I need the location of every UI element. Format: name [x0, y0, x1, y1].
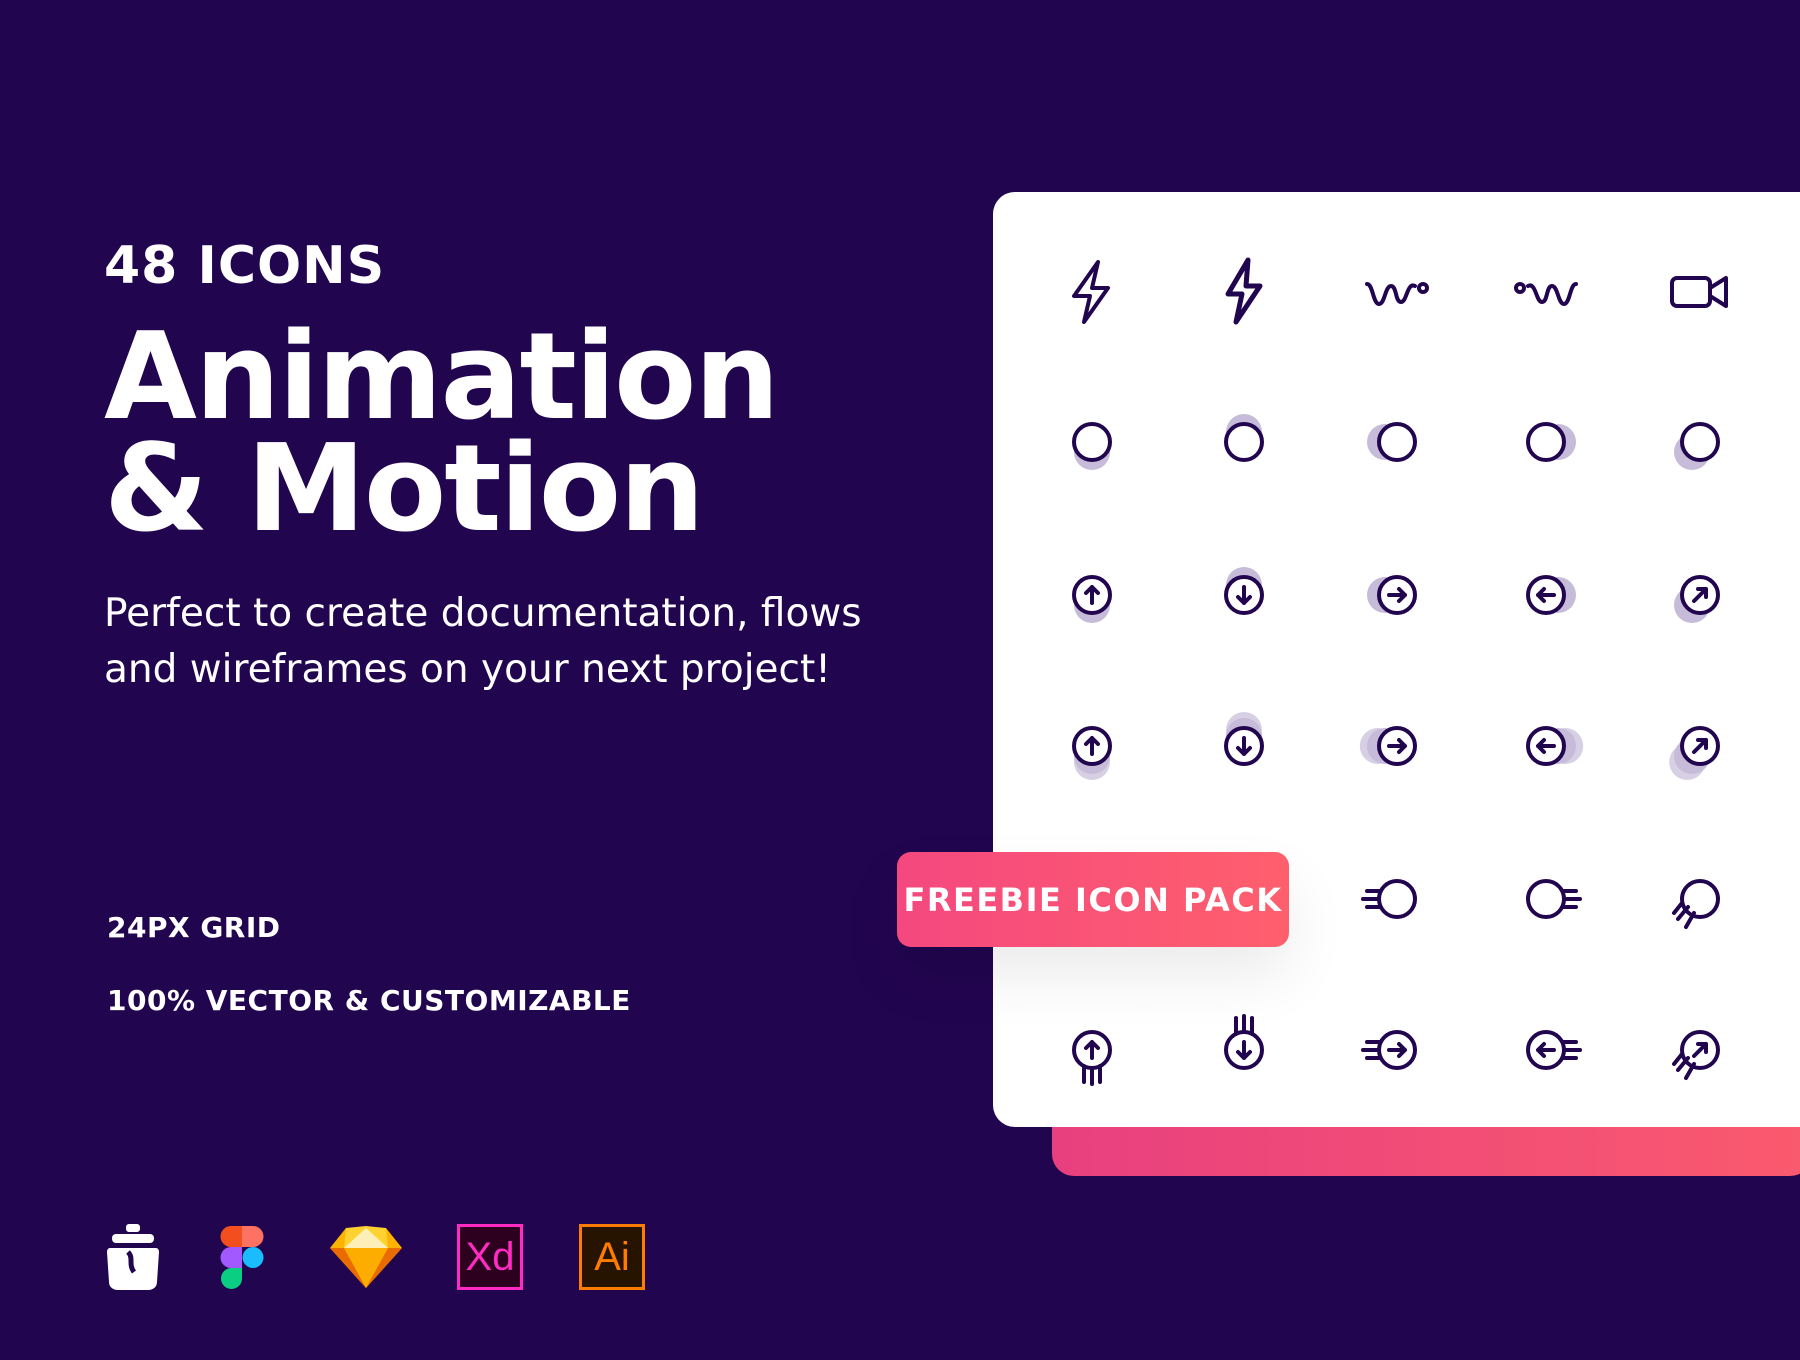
- feature-vector: 100% VECTOR & CUSTOMIZABLE: [107, 984, 631, 1017]
- circle-shadow-up-icon: [1224, 414, 1264, 462]
- arrow-down-circle-double-shadow-icon: [1224, 712, 1264, 766]
- description: Perfect to create documentation, flows a…: [104, 591, 862, 692]
- squiggle-right-icon: [1365, 282, 1430, 307]
- adobe-illustrator-logo: Ai: [579, 1224, 645, 1290]
- circle-shadow-right-icon: [1526, 422, 1576, 462]
- arrow-left-circle-speed-icon: [1526, 1030, 1582, 1070]
- circle-shadow-down-icon: [1072, 422, 1112, 470]
- arrow-left-circle-shadow-icon: [1526, 575, 1576, 615]
- figma-logo: [220, 1226, 264, 1289]
- arrow-upright-circle-double-shadow-icon: [1669, 726, 1720, 780]
- circle-speed-diagonal-icon: [1672, 879, 1720, 929]
- lightning-outline-icon: [1072, 260, 1110, 324]
- arrow-up-circle-speed-icon: [1072, 1030, 1112, 1086]
- circle-shadow-left-icon: [1367, 422, 1417, 462]
- arrow-left-circle-double-shadow-icon: [1526, 726, 1584, 766]
- arrow-up-circle-double-shadow-icon: [1072, 726, 1112, 780]
- feature-grid: 24PX GRID: [107, 911, 281, 944]
- circle-speed-right-icon: [1361, 879, 1417, 919]
- arrow-right-circle-shadow-icon: [1367, 575, 1417, 615]
- video-camera-icon: [1670, 276, 1728, 308]
- lightning-bold-icon: [1225, 257, 1263, 325]
- arrow-upright-circle-shadow-icon: [1674, 575, 1720, 623]
- iconjar-logo: [107, 1224, 159, 1290]
- arrow-right-circle-speed-icon: [1361, 1030, 1417, 1070]
- arrow-down-circle-shadow-icon: [1224, 567, 1264, 615]
- arrow-upright-circle-speed-icon: [1672, 1030, 1720, 1080]
- arrow-right-circle-double-shadow-icon: [1359, 726, 1417, 766]
- arrow-up-circle-shadow-icon: [1072, 575, 1112, 623]
- icon-count-label: 48 ICONS: [104, 236, 386, 296]
- icon-preview-card: [993, 192, 1800, 1127]
- circle-shadow-diagonal-icon: [1674, 422, 1720, 470]
- sketch-logo: [330, 1226, 402, 1288]
- circle-speed-left-icon: [1526, 879, 1582, 919]
- adobe-xd-logo: Xd: [457, 1224, 523, 1290]
- arrow-down-circle-speed-icon: [1224, 1014, 1264, 1070]
- squiggle-left-icon: [1513, 282, 1578, 307]
- freebie-icon-pack-button[interactable]: FREEBIE ICON PACK: [897, 852, 1289, 947]
- title-line-2: & Motion: [104, 420, 705, 559]
